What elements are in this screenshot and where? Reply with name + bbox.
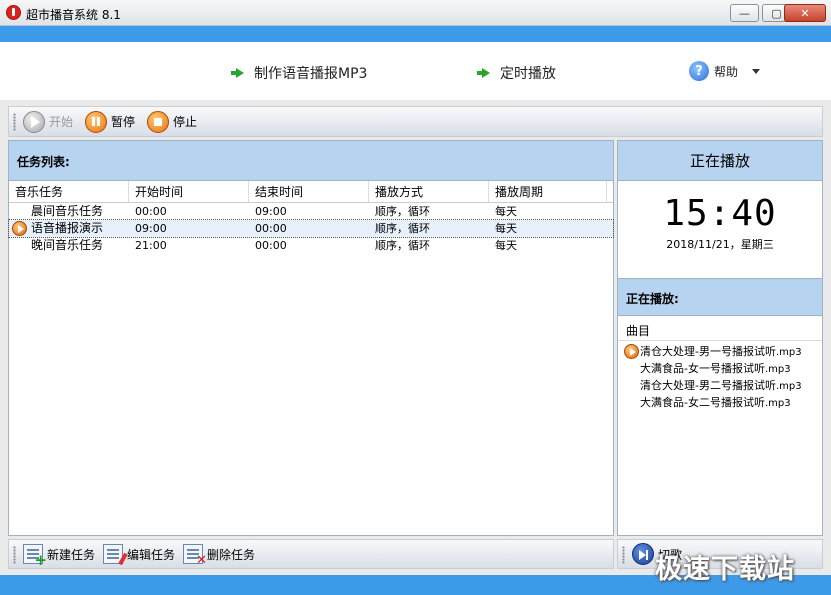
- task-row[interactable]: 晨间音乐任务 00:00 09:00 顺序，循环 每天: [9, 203, 613, 220]
- toolbar-grip[interactable]: [622, 546, 625, 564]
- scheduled-play-link[interactable]: 定时播放: [477, 63, 556, 83]
- make-mp3-link[interactable]: 制作语音播报MP3: [231, 63, 368, 83]
- track-name: 大满食品-女一号播报试听: [640, 362, 765, 375]
- column-header-task[interactable]: 音乐任务: [9, 181, 129, 202]
- start-button[interactable]: 开始: [23, 110, 74, 133]
- track-list: 清仓大处理-男一号播报试听.mp3 大满食品-女一号播报试听.mp3 清仓大处理…: [618, 343, 822, 411]
- task-end: 00:00: [255, 239, 287, 252]
- track-ext: .mp3: [775, 381, 802, 392]
- playback-toolbar: 开始 暂停 停止: [8, 106, 823, 137]
- track-column-header[interactable]: 曲目: [618, 321, 822, 341]
- task-mode: 顺序，循环: [375, 239, 430, 252]
- track-item[interactable]: 清仓大处理-男二号播报试听.mp3: [618, 377, 822, 394]
- watermark-logo: 极速下载站: [655, 554, 795, 585]
- skip-next-icon: [632, 543, 654, 565]
- pause-label: 暂停: [111, 115, 136, 129]
- clock-date: 2018/11/21，星期三: [666, 238, 774, 251]
- column-header-start[interactable]: 开始时间: [129, 181, 249, 202]
- task-cycle: 每天: [495, 222, 517, 235]
- track-item-playing[interactable]: 清仓大处理-男一号播报试听.mp3: [618, 343, 822, 360]
- minimize-button[interactable]: —: [730, 4, 759, 22]
- edit-task-label: 编辑任务: [127, 547, 176, 562]
- window-titlebar: 超市播音系统 8.1 — ▢ ✕: [0, 0, 831, 26]
- track-ext: .mp3: [764, 364, 791, 375]
- play-icon: [23, 110, 45, 133]
- delete-task-button[interactable]: 删除任务: [183, 544, 256, 568]
- pause-icon: [85, 110, 108, 133]
- task-row[interactable]: 晚间音乐任务 21:00 00:00 顺序，循环 每天: [9, 237, 613, 254]
- track-item[interactable]: 大满食品-女一号播报试听.mp3: [618, 360, 822, 377]
- playing-icon: [624, 344, 639, 359]
- stop-button[interactable]: 停止: [147, 110, 198, 133]
- playing-icon: [12, 221, 27, 236]
- header-bar: 制作语音播报MP3 定时播放 ? 帮助: [0, 42, 831, 100]
- track-ext: .mp3: [775, 347, 802, 358]
- close-button[interactable]: ✕: [784, 4, 826, 22]
- column-header-cycle[interactable]: 播放周期: [489, 181, 607, 202]
- task-table-header: 音乐任务 开始时间 结束时间 播放方式 播放周期: [9, 181, 613, 203]
- track-item[interactable]: 大满食品-女二号播报试听.mp3: [618, 394, 822, 411]
- scheduled-play-label: 定时播放: [500, 66, 556, 82]
- stop-icon: [147, 110, 170, 133]
- stop-label: 停止: [173, 115, 198, 129]
- edit-task-button[interactable]: 编辑任务: [103, 544, 175, 564]
- now-playing-subtitle: 正在播放:: [618, 278, 822, 316]
- task-cycle: 每天: [495, 239, 517, 252]
- task-row-selected[interactable]: 语音播报演示 09:00 00:00 顺序，循环 每天: [8, 219, 614, 238]
- column-header-end[interactable]: 结束时间: [249, 181, 369, 202]
- task-name: 晨间音乐任务: [31, 204, 104, 218]
- task-end: 09:00: [255, 205, 287, 218]
- task-mode: 顺序，循环: [375, 205, 430, 218]
- task-name: 语音播报演示: [31, 221, 104, 235]
- now-playing-panel: 正在播放 15:40 2018/11/21，星期三 正在播放: 曲目 清仓大处理…: [617, 140, 823, 536]
- chevron-down-icon[interactable]: [752, 68, 761, 74]
- task-name: 晚间音乐任务: [31, 238, 104, 252]
- delete-task-icon: [183, 544, 207, 568]
- help-label: 帮助: [714, 64, 739, 79]
- task-start: 00:00: [135, 205, 167, 218]
- toolbar-grip[interactable]: [13, 113, 16, 131]
- top-accent-strip: [0, 26, 831, 42]
- task-end: 00:00: [255, 222, 287, 235]
- green-arrow-icon: [477, 68, 490, 78]
- edit-task-icon: [103, 544, 124, 564]
- help-icon: ?: [689, 61, 709, 81]
- track-name: 清仓大处理-男二号播报试听: [640, 379, 776, 392]
- task-toolbar: 新建任务 编辑任务 删除任务: [8, 539, 614, 569]
- start-label: 开始: [49, 115, 74, 129]
- new-task-label: 新建任务: [47, 547, 96, 562]
- delete-task-label: 删除任务: [207, 547, 256, 562]
- toolbar-grip[interactable]: [13, 546, 16, 564]
- help-menu[interactable]: ? 帮助: [689, 61, 761, 81]
- new-task-button[interactable]: 新建任务: [23, 544, 96, 569]
- window-title: 超市播音系统 8.1: [26, 8, 121, 22]
- pause-button[interactable]: 暂停: [85, 110, 136, 133]
- task-list-title: 任务列表:: [9, 141, 613, 181]
- track-name: 大满食品-女二号播报试听: [640, 396, 765, 409]
- task-list-panel: 任务列表: 音乐任务 开始时间 结束时间 播放方式 播放周期 晨间音乐任务 00…: [8, 140, 614, 536]
- track-name: 清仓大处理-男一号播报试听: [640, 345, 776, 358]
- now-playing-header: 正在播放: [618, 141, 822, 181]
- track-ext: .mp3: [764, 398, 791, 409]
- task-cycle: 每天: [495, 205, 517, 218]
- column-header-mode[interactable]: 播放方式: [369, 181, 489, 202]
- clock-time: 15:40: [663, 193, 777, 234]
- make-mp3-label: 制作语音播报MP3: [254, 66, 368, 82]
- app-logo-icon: [6, 5, 21, 20]
- green-arrow-icon: [231, 68, 244, 78]
- new-task-icon: [23, 544, 47, 569]
- task-mode: 顺序，循环: [375, 222, 430, 235]
- task-start: 21:00: [135, 239, 167, 252]
- task-start: 09:00: [135, 222, 167, 235]
